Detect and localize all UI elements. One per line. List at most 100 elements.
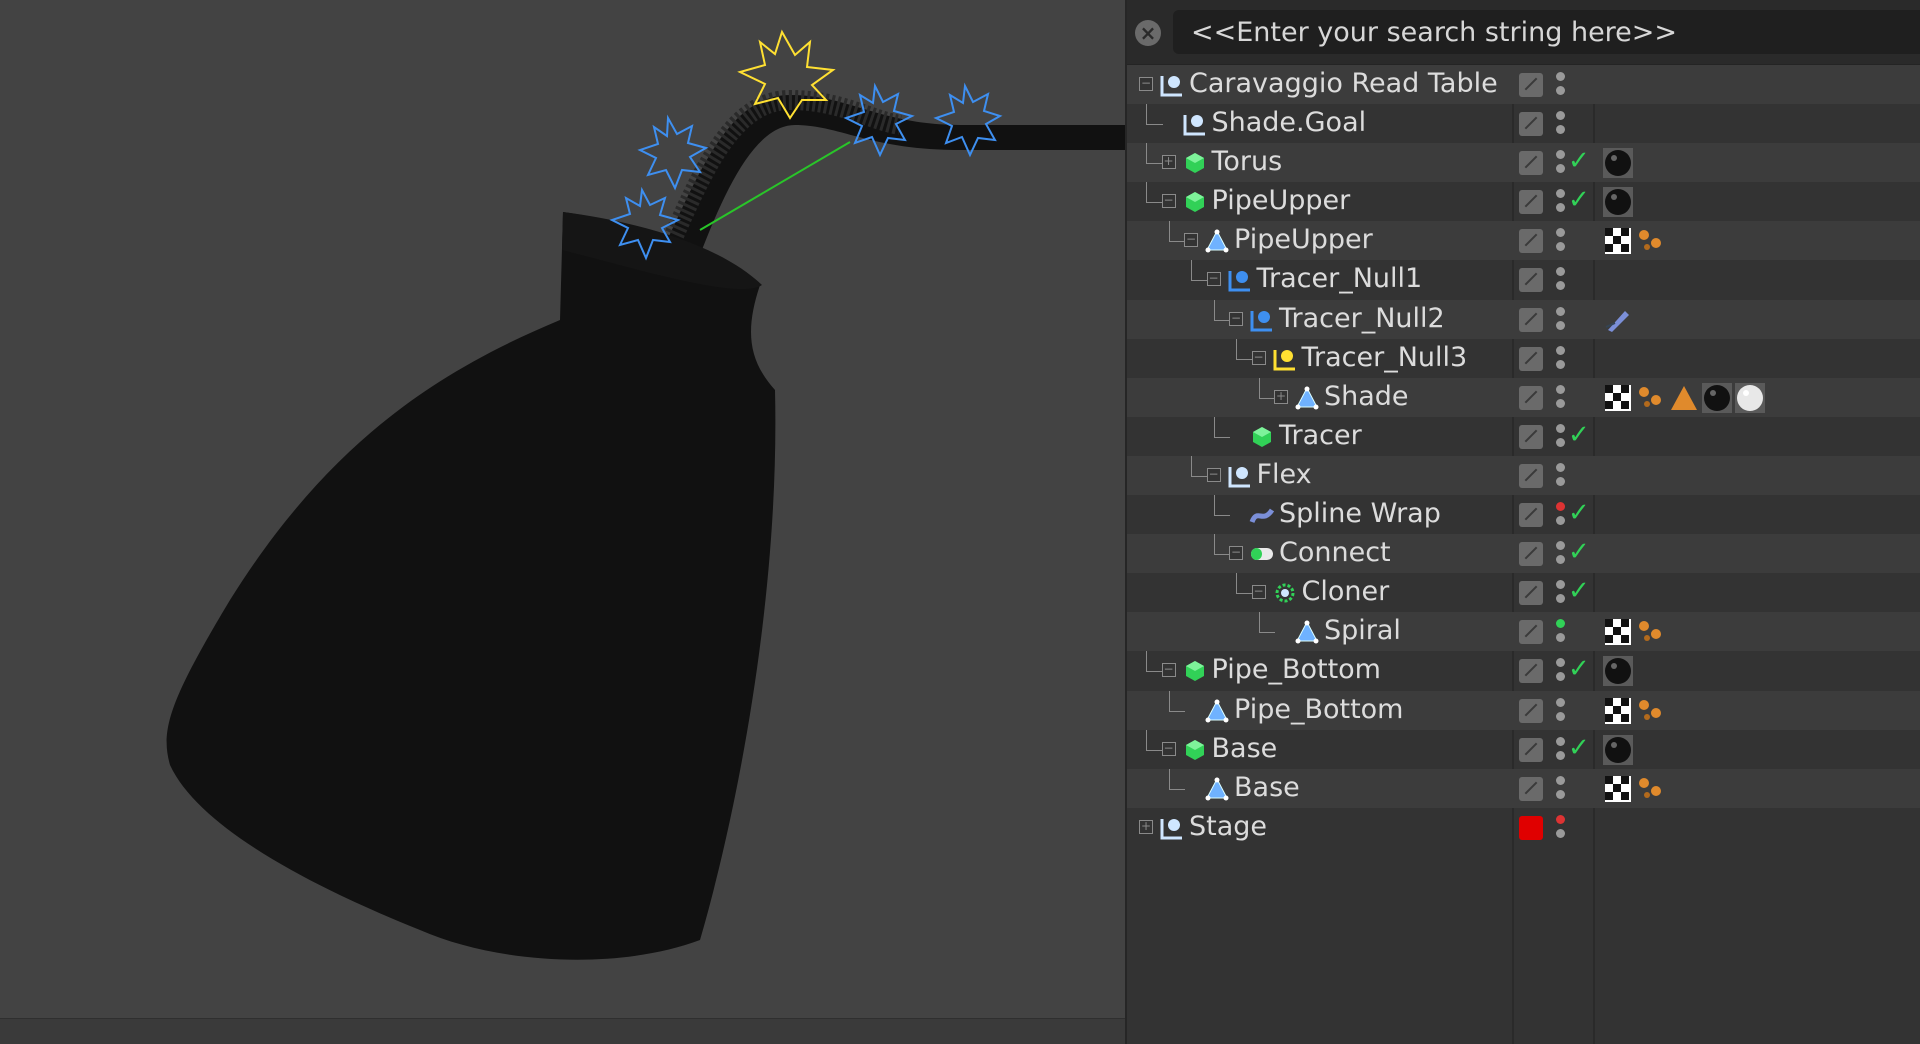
object-row[interactable]: + Torus ✓ xyxy=(1127,143,1920,183)
editor-visibility-dot[interactable] xyxy=(1556,189,1565,199)
collapse-icon[interactable]: − xyxy=(1184,233,1198,248)
object-row[interactable]: − PipeUpper ✓ xyxy=(1127,182,1920,221)
render-visibility-dot[interactable] xyxy=(1556,125,1565,135)
selection-tag-icon[interactable] xyxy=(1636,696,1666,726)
object-row[interactable]: − Connect ✓ xyxy=(1127,534,1920,574)
layer-color-swatch[interactable] xyxy=(1519,151,1543,176)
collapse-icon[interactable]: − xyxy=(1161,663,1176,678)
collapse-icon[interactable]: − xyxy=(1161,741,1176,756)
enabled-check-icon[interactable]: ✓ xyxy=(1568,537,1590,567)
collapse-icon[interactable]: − xyxy=(1206,272,1221,287)
object-name[interactable]: Spline Wrap xyxy=(1279,498,1441,529)
editor-visibility-dot[interactable] xyxy=(1556,736,1565,746)
object-row[interactable]: − Pipe_Bottom ✓ xyxy=(1127,651,1920,690)
object-row[interactable]: Shade.Goal xyxy=(1127,104,1920,143)
expand-icon[interactable]: + xyxy=(1139,819,1153,834)
render-visibility-dot[interactable] xyxy=(1556,828,1565,838)
object-row[interactable]: Pipe_Bottom xyxy=(1127,690,1920,730)
object-row[interactable]: + Shade xyxy=(1127,377,1920,417)
layer-color-swatch[interactable] xyxy=(1519,581,1543,606)
object-name[interactable]: Shade.Goal xyxy=(1212,107,1367,138)
object-name[interactable]: Tracer_Null1 xyxy=(1257,263,1423,294)
editor-visibility-dot[interactable] xyxy=(1556,384,1565,394)
editor-visibility-dot[interactable] xyxy=(1556,306,1565,316)
enabled-check-icon[interactable]: ✓ xyxy=(1568,420,1590,450)
object-name[interactable]: Pipe_Bottom xyxy=(1234,694,1403,725)
object-row[interactable]: Tracer ✓ xyxy=(1127,416,1920,456)
object-name[interactable]: Shade xyxy=(1324,381,1409,412)
layer-color-swatch[interactable] xyxy=(1519,424,1543,449)
render-visibility-dot[interactable] xyxy=(1556,398,1565,408)
layer-color-swatch[interactable] xyxy=(1519,776,1543,801)
object-row[interactable]: − Tracer_Null3 xyxy=(1127,338,1920,378)
material-black-icon[interactable] xyxy=(1603,187,1633,218)
enabled-check-icon[interactable]: ✓ xyxy=(1568,733,1590,763)
object-name[interactable]: Tracer_Null3 xyxy=(1302,342,1468,373)
object-row[interactable]: − Base ✓ xyxy=(1127,729,1920,769)
editor-visibility-dot[interactable] xyxy=(1556,345,1565,355)
object-row[interactable]: − Tracer_Null1 xyxy=(1127,260,1920,299)
render-visibility-dot[interactable] xyxy=(1556,750,1565,760)
object-name[interactable]: Tracer_Null2 xyxy=(1279,303,1445,334)
object-name[interactable]: Flex xyxy=(1257,459,1312,490)
layer-color-swatch[interactable] xyxy=(1519,698,1543,723)
object-row[interactable]: − Caravaggio Read Table xyxy=(1127,65,1920,105)
editor-visibility-dot[interactable] xyxy=(1556,150,1565,160)
render-visibility-dot[interactable] xyxy=(1556,476,1565,486)
object-name[interactable]: Cloner xyxy=(1302,576,1390,607)
layer-color-swatch[interactable] xyxy=(1519,307,1543,332)
expand-icon[interactable]: + xyxy=(1274,389,1288,404)
texture-tag-icon[interactable] xyxy=(1603,383,1633,413)
material-black-icon[interactable] xyxy=(1702,382,1732,413)
pen-tag-icon[interactable] xyxy=(1603,305,1633,335)
editor-visibility-dot[interactable] xyxy=(1556,580,1565,590)
texture-tag-icon[interactable] xyxy=(1603,696,1633,726)
editor-visibility-dot[interactable] xyxy=(1556,267,1565,277)
layer-color-swatch[interactable] xyxy=(1519,542,1543,567)
render-visibility-dot[interactable] xyxy=(1556,242,1565,252)
texture-tag-icon[interactable] xyxy=(1603,774,1633,804)
collapse-icon[interactable]: − xyxy=(1229,546,1243,561)
layer-color-swatch[interactable] xyxy=(1519,190,1543,215)
editor-visibility-dot[interactable] xyxy=(1556,502,1565,512)
collapse-icon[interactable]: − xyxy=(1251,350,1266,365)
render-visibility-dot[interactable] xyxy=(1556,86,1565,95)
layer-color-swatch[interactable] xyxy=(1519,620,1543,645)
material-black-icon[interactable] xyxy=(1603,656,1633,687)
layer-color-swatch[interactable] xyxy=(1519,268,1543,293)
layer-color-swatch[interactable] xyxy=(1519,463,1543,488)
material-black-icon[interactable] xyxy=(1603,148,1633,179)
search-input[interactable] xyxy=(1173,10,1920,54)
layer-color-swatch[interactable] xyxy=(1519,385,1543,410)
render-visibility-dot[interactable] xyxy=(1556,359,1565,369)
object-name[interactable]: PipeUpper xyxy=(1212,185,1351,216)
render-visibility-dot[interactable] xyxy=(1556,281,1565,291)
render-visibility-dot[interactable] xyxy=(1556,672,1565,682)
render-visibility-dot[interactable] xyxy=(1556,516,1565,526)
render-visibility-dot[interactable] xyxy=(1556,164,1565,174)
editor-visibility-dot[interactable] xyxy=(1556,72,1565,81)
material-white-icon[interactable] xyxy=(1735,382,1765,413)
collapse-icon[interactable]: − xyxy=(1206,467,1221,482)
render-visibility-dot[interactable] xyxy=(1556,203,1565,213)
material-black-icon[interactable] xyxy=(1603,734,1633,765)
object-row[interactable]: Spiral xyxy=(1127,612,1920,652)
object-name[interactable]: Stage xyxy=(1189,811,1267,842)
selection-tag-icon[interactable] xyxy=(1636,774,1666,804)
render-visibility-dot[interactable] xyxy=(1556,594,1565,604)
viewport-3d[interactable] xyxy=(0,0,1125,1044)
object-name[interactable]: Connect xyxy=(1279,537,1391,568)
enabled-check-icon[interactable]: ✓ xyxy=(1568,185,1590,215)
layer-color-swatch[interactable] xyxy=(1519,346,1543,371)
object-row[interactable]: + Stage xyxy=(1127,808,1920,847)
clear-search-icon[interactable]: × xyxy=(1135,20,1161,46)
selection-tag-icon[interactable] xyxy=(1636,226,1666,256)
layer-color-swatch[interactable] xyxy=(1519,503,1543,528)
editor-visibility-dot[interactable] xyxy=(1556,462,1565,472)
enabled-check-icon[interactable]: ✓ xyxy=(1568,146,1590,176)
editor-visibility-dot[interactable] xyxy=(1556,814,1565,824)
object-name[interactable]: Base xyxy=(1234,772,1300,803)
layer-color-swatch[interactable] xyxy=(1519,737,1543,762)
collapse-icon[interactable]: − xyxy=(1161,194,1176,209)
render-visibility-dot[interactable] xyxy=(1556,437,1565,447)
